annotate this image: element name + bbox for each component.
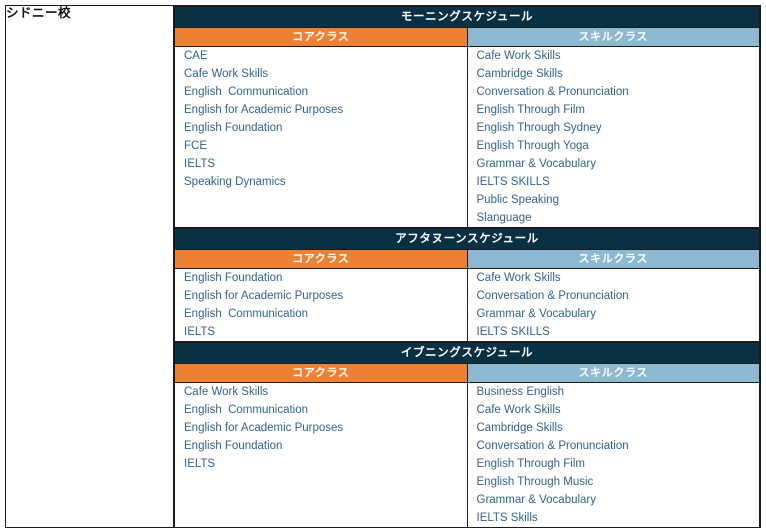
list-item: English Foundation bbox=[184, 272, 283, 284]
list-item: IELTS bbox=[184, 326, 216, 338]
list-item: English Foundation bbox=[184, 122, 283, 134]
list-item: English Through Film bbox=[476, 104, 585, 116]
schedule-block-afternoon: アフタヌーンスケジュール コアクラス スキルクラス English Founda… bbox=[174, 228, 760, 342]
list-item: English Through Film bbox=[476, 458, 585, 470]
column-header-core-morning: コアクラス bbox=[174, 27, 468, 47]
list-item: Cafe Work Skills bbox=[184, 68, 269, 80]
list-item: Cafe Work Skills bbox=[184, 386, 269, 398]
list-item: English for Academic Purposes bbox=[184, 290, 344, 302]
core-class-list-afternoon: English Foundation English for Academic … bbox=[175, 269, 467, 341]
list-item: FCE bbox=[184, 140, 207, 152]
list-item: Public Speaking bbox=[476, 194, 559, 206]
section-title-evening: イブニングスケジュール bbox=[174, 342, 760, 364]
skill-class-list-cell-morning: Cafe Work Skills Cambridge Skills Conver… bbox=[466, 46, 760, 228]
column-header-core-afternoon: コアクラス bbox=[174, 249, 468, 269]
skill-class-list-cell-afternoon: Cafe Work Skills Conversation & Pronunci… bbox=[466, 268, 760, 342]
column-header-skill-afternoon: スキルクラス bbox=[466, 249, 760, 269]
skill-class-list-cell-evening: Business English Cafe Work Skills Cambri… bbox=[466, 382, 760, 527]
list-item: English Communication bbox=[184, 308, 309, 320]
list-item: CAE bbox=[184, 50, 208, 62]
list-item: Cafe Work Skills bbox=[476, 50, 561, 62]
skill-class-list-afternoon: Cafe Work Skills Conversation & Pronunci… bbox=[468, 269, 760, 341]
list-item: English Communication bbox=[184, 404, 309, 416]
list-item: Conversation & Pronunciation bbox=[476, 86, 629, 98]
column-header-core-evening: コアクラス bbox=[174, 363, 468, 383]
schedule-blocks-container: モーニングスケジュール コアクラス スキルクラス CAE Cafe Work S… bbox=[173, 5, 761, 528]
schedule-page: シドニー校 モーニングスケジュール コアクラス スキルクラス CAE Cafe … bbox=[0, 0, 766, 530]
core-class-list-cell-morning: CAE Cafe Work Skills English Communicati… bbox=[174, 46, 468, 228]
schedule-block-evening: イブニングスケジュール コアクラス スキルクラス Cafe Work Skill… bbox=[174, 342, 760, 527]
list-item: English for Academic Purposes bbox=[184, 104, 344, 116]
list-item: Grammar & Vocabulary bbox=[476, 494, 597, 506]
section-title-afternoon: アフタヌーンスケジュール bbox=[174, 228, 760, 250]
list-item: English for Academic Purposes bbox=[184, 422, 344, 434]
section-title-morning: モーニングスケジュール bbox=[174, 6, 760, 28]
schedule-block-morning: モーニングスケジュール コアクラス スキルクラス CAE Cafe Work S… bbox=[174, 6, 760, 228]
skill-class-list-morning: Cafe Work Skills Cambridge Skills Conver… bbox=[468, 47, 760, 227]
campus-name: シドニー校 bbox=[6, 6, 72, 20]
core-class-list-cell-evening: Cafe Work Skills English Communication E… bbox=[174, 382, 468, 527]
skill-class-list-evening: Business English Cafe Work Skills Cambri… bbox=[468, 383, 760, 527]
list-item: Slanguage bbox=[476, 212, 532, 224]
campus-schedule-table: シドニー校 モーニングスケジュール コアクラス スキルクラス CAE Cafe … bbox=[5, 5, 761, 528]
column-header-skill-evening: スキルクラス bbox=[466, 363, 760, 383]
list-item: Speaking Dynamics bbox=[184, 176, 286, 188]
list-item: Cambridge Skills bbox=[476, 422, 563, 434]
list-item: Business English bbox=[476, 386, 565, 398]
list-item: Cafe Work Skills bbox=[476, 272, 561, 284]
list-item: English Through Yoga bbox=[476, 140, 589, 152]
list-item: IELTS bbox=[184, 458, 216, 470]
list-item: IELTS SKILLS bbox=[476, 176, 550, 188]
core-class-list-evening: Cafe Work Skills English Communication E… bbox=[175, 383, 467, 473]
list-item: Conversation & Pronunciation bbox=[476, 290, 629, 302]
list-item: English Communication bbox=[184, 86, 309, 98]
core-class-list-morning: CAE Cafe Work Skills English Communicati… bbox=[175, 47, 467, 191]
list-item: IELTS SKILLS bbox=[476, 326, 550, 338]
list-item: Conversation & Pronunciation bbox=[476, 440, 629, 452]
list-item: Grammar & Vocabulary bbox=[476, 158, 597, 170]
list-item: Cambridge Skills bbox=[476, 68, 563, 80]
campus-cell: シドニー校 bbox=[5, 5, 174, 528]
list-item: English Through Sydney bbox=[476, 122, 602, 134]
list-item: English Through Music bbox=[476, 476, 594, 488]
list-item: IELTS bbox=[184, 158, 216, 170]
column-header-skill-morning: スキルクラス bbox=[466, 27, 760, 47]
list-item: Grammar & Vocabulary bbox=[476, 308, 597, 320]
list-item: Cafe Work Skills bbox=[476, 404, 561, 416]
list-item: English Foundation bbox=[184, 440, 283, 452]
list-item: IELTS Skills bbox=[476, 512, 538, 524]
core-class-list-cell-afternoon: English Foundation English for Academic … bbox=[174, 268, 468, 342]
